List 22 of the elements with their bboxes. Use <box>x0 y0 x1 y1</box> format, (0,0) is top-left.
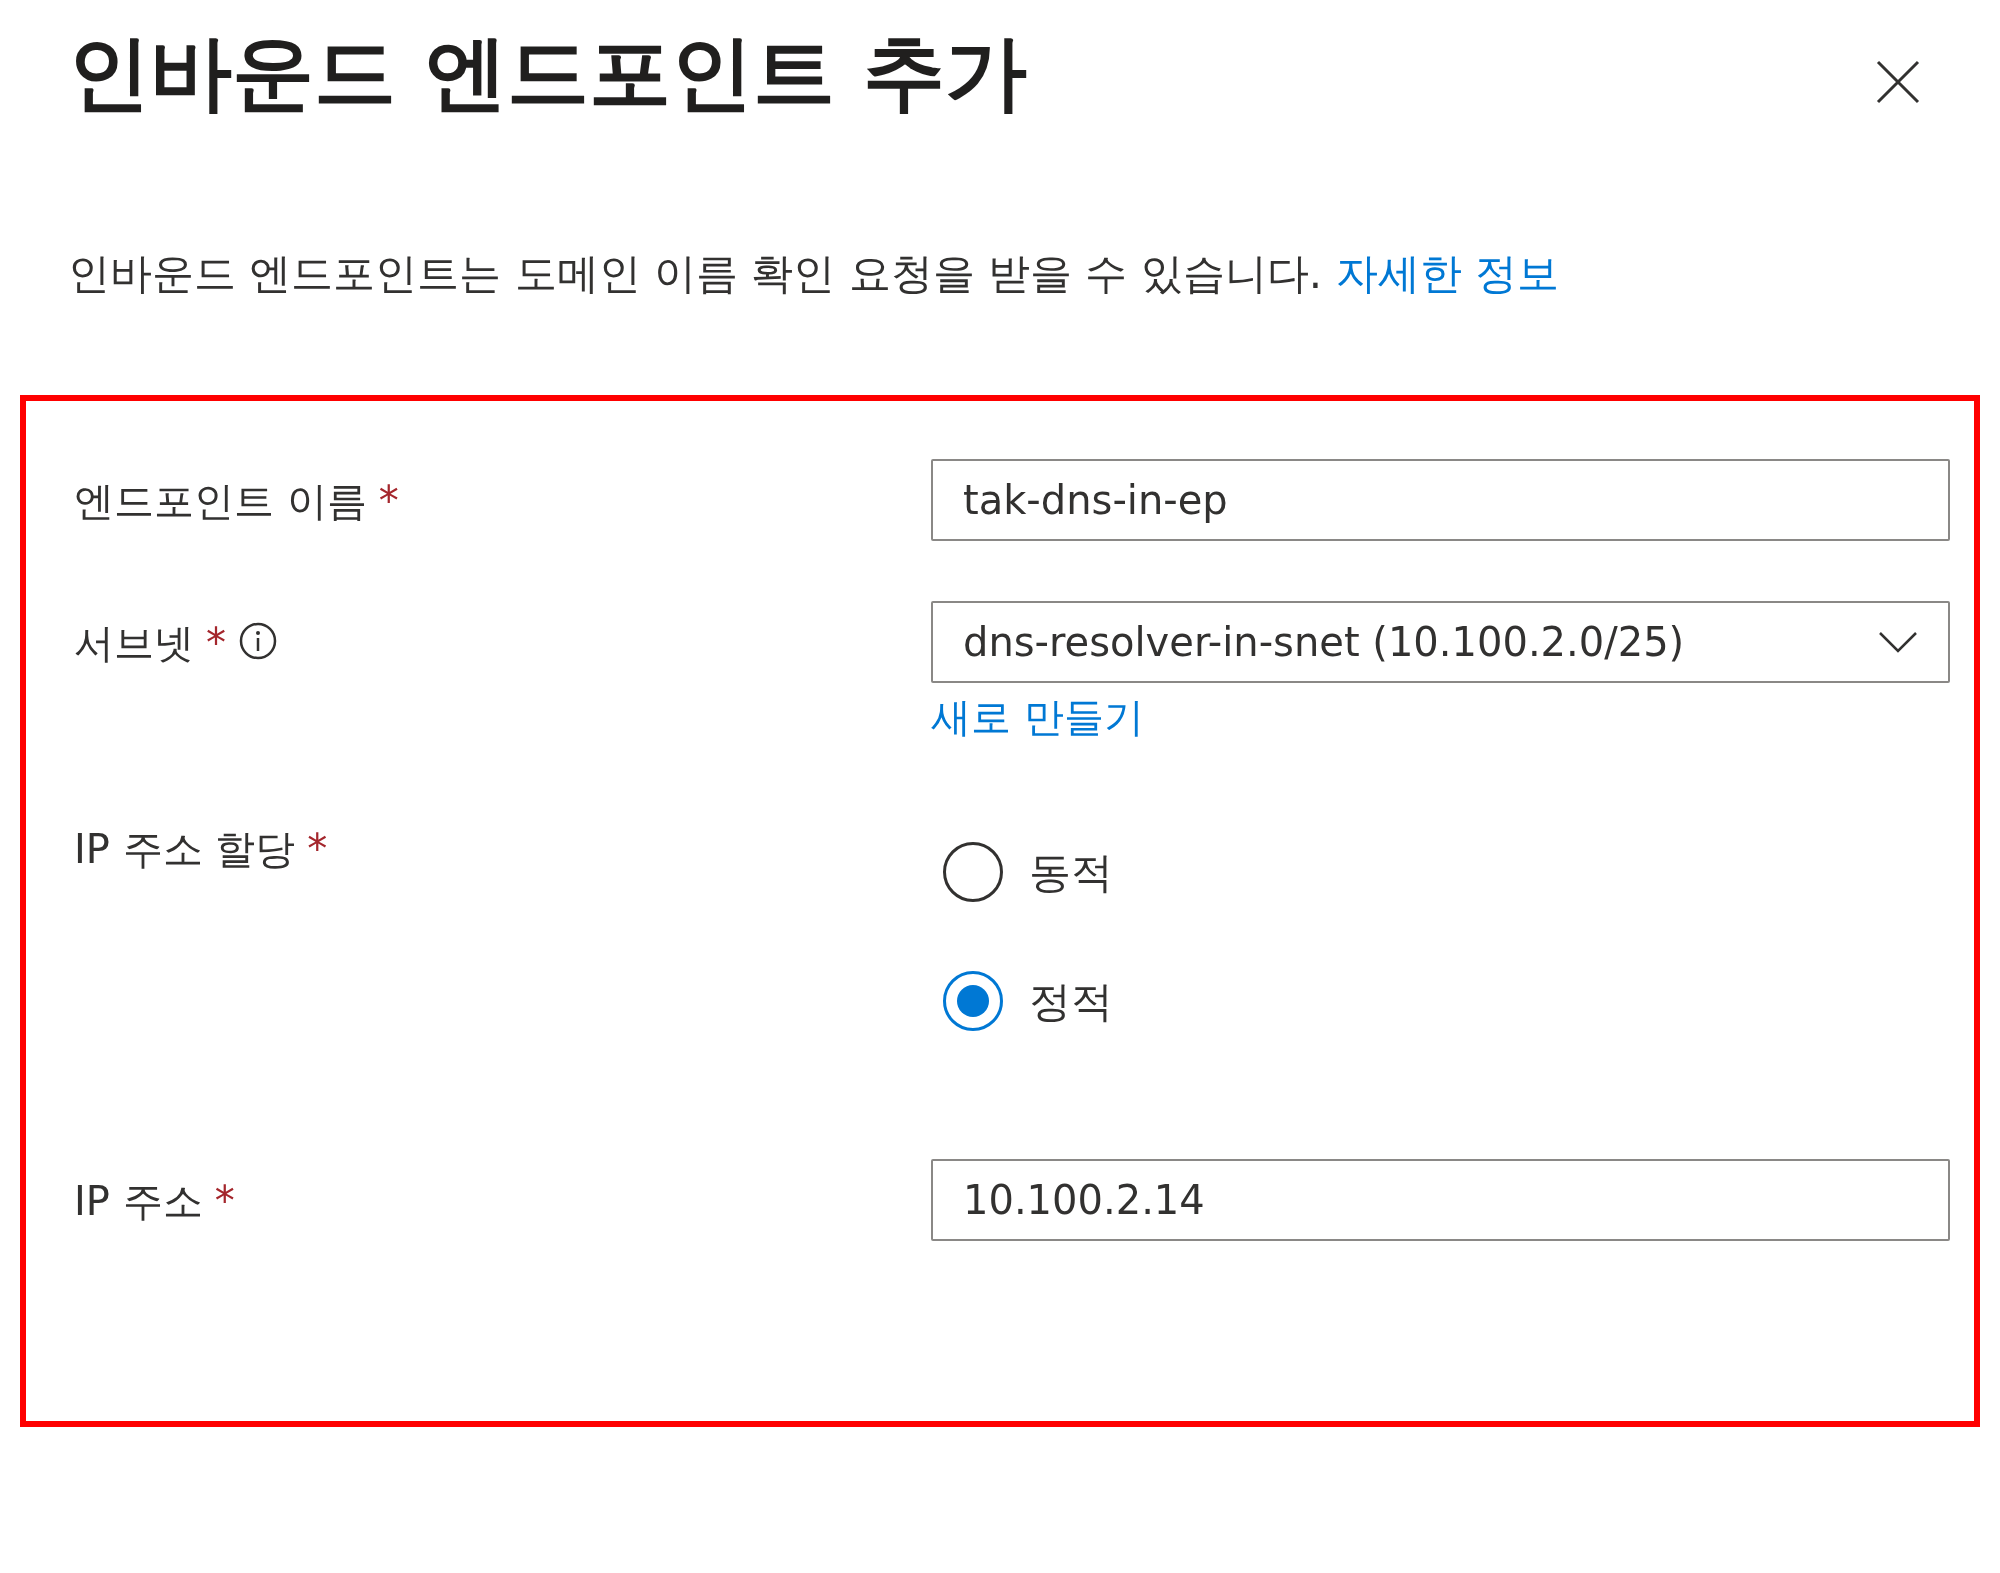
radio-button[interactable] <box>943 842 1003 903</box>
info-icon[interactable] <box>238 620 278 661</box>
field-label: IP 주소 할당 <box>74 824 296 874</box>
radio-label[interactable]: 동적 <box>1029 840 1113 904</box>
required-mark: * <box>307 824 328 874</box>
radio-button[interactable] <box>943 971 1003 1032</box>
text-field[interactable]: 10.100.2.14 <box>931 1158 1950 1241</box>
create-new-link[interactable]: 새로 만들기 <box>931 686 1144 747</box>
required-mark: * <box>206 618 226 668</box>
dropdown-value: dns-resolver-in-snet (10.100.2.0/25) <box>963 617 1685 667</box>
field-label: IP 주소 <box>74 1176 203 1226</box>
radio-label[interactable]: 정적 <box>1029 969 1113 1033</box>
field-label: 서브넷 <box>74 618 194 668</box>
panel-title: 인바운드 엔드포인트 추가 <box>68 24 1028 122</box>
chevron-down-icon <box>1878 630 1918 653</box>
required-mark: * <box>378 476 399 526</box>
field-label: 엔드포인트 이름 <box>74 476 367 526</box>
description-text: 인바운드 엔드포인트는 도메인 이름 확인 요청을 받을 수 있습니다. <box>68 248 1324 298</box>
dropdown-field[interactable]: dns-resolver-in-snet (10.100.2.0/25) <box>931 600 1950 683</box>
required-mark: * <box>214 1176 235 1226</box>
text-field[interactable]: tak-dns-in-ep <box>931 458 1950 541</box>
learn-more-link[interactable]: 자세한 정보 <box>1335 248 1559 298</box>
